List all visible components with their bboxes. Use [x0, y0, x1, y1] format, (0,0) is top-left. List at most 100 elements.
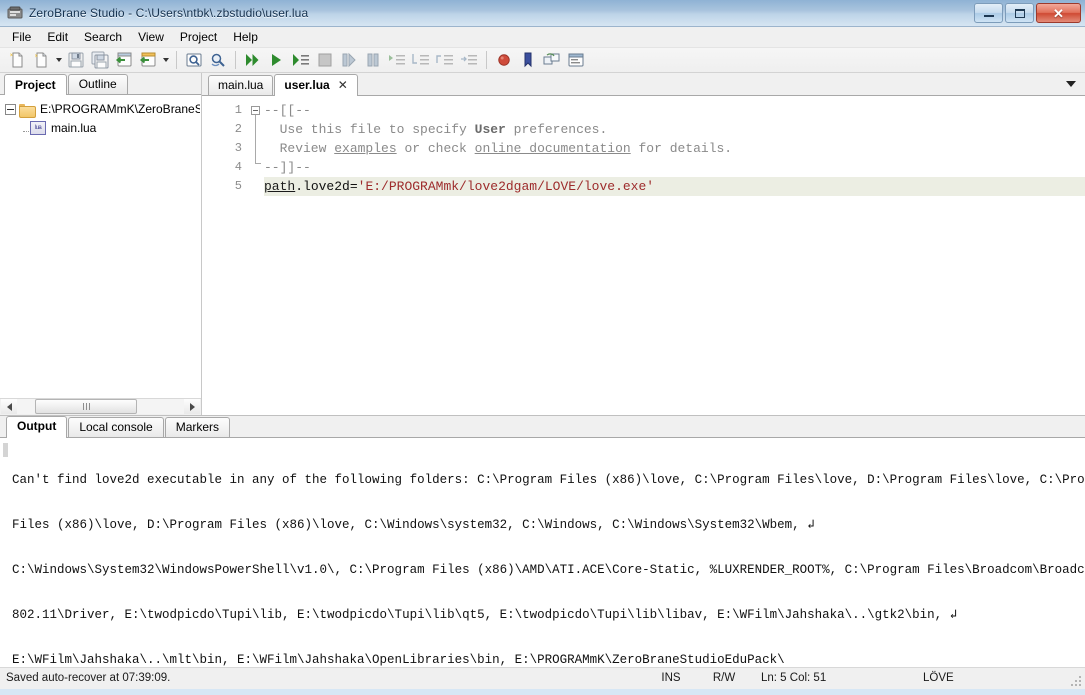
- tab-markers[interactable]: Markers: [164, 416, 231, 437]
- chevron-down-icon[interactable]: [1063, 76, 1079, 92]
- window-controls: ✕: [974, 3, 1081, 23]
- window-title: ZeroBrane Studio - C:\Users\ntbk\.zbstud…: [29, 5, 309, 20]
- step-into-icon[interactable]: [385, 48, 409, 72]
- arrow-left-icon: [6, 402, 12, 411]
- status-cursor-position: Ln: 5 Col: 51: [761, 672, 827, 685]
- scroll-left-button[interactable]: [1, 399, 17, 415]
- editor-tab-user-lua[interactable]: user.lua ✕: [274, 73, 358, 96]
- fold-collapse-icon[interactable]: [251, 105, 260, 115]
- output-body[interactable]: Can't find love2d executable in any of t…: [0, 437, 1085, 667]
- menu-search[interactable]: Search: [76, 27, 130, 47]
- output-line: 802.11\Driver, E:\twodpicdo\Tupi\lib, E:…: [12, 607, 958, 622]
- statusbar: Saved auto-recover at 07:39:09. INS R/W …: [0, 666, 1085, 689]
- project-tree[interactable]: E:\PROGRAMmK\ZeroBraneSt lua main.lua: [0, 94, 201, 398]
- run-to-cursor-icon[interactable]: [289, 48, 313, 72]
- bookmark-icon[interactable]: [516, 48, 540, 72]
- code-link-online-documentation[interactable]: online documentation: [475, 141, 631, 156]
- step-over-icon[interactable]: [337, 48, 361, 72]
- tree-item-folder[interactable]: E:\PROGRAMmK\ZeroBraneSt: [1, 100, 200, 119]
- close-all-pages-icon[interactable]: [136, 48, 160, 72]
- step-out-icon[interactable]: [409, 48, 433, 72]
- start-debugging-icon[interactable]: [265, 48, 289, 72]
- code-token: Review: [264, 140, 335, 156]
- output-line: E:\WFilm\Jahshaka\..\mlt\bin, E:\WFilm\J…: [12, 652, 785, 667]
- toolbar-separator: [486, 50, 487, 69]
- close-tab-icon[interactable]: ✕: [338, 79, 348, 91]
- tab-project[interactable]: Project: [4, 73, 67, 95]
- tab-outline[interactable]: Outline: [67, 73, 128, 94]
- code-editor[interactable]: 1 2 3 4 5 --[[-- Use this file to specif…: [202, 95, 1085, 415]
- code-token: --[[--: [264, 102, 311, 118]
- editor-tab-label: main.lua: [218, 77, 264, 92]
- collapse-icon[interactable]: [5, 103, 16, 115]
- output-line: Can't find love2d executable in any of t…: [12, 472, 1085, 487]
- find-icon[interactable]: [182, 48, 206, 72]
- output-line: C:\Windows\System32\WindowsPowerShell\v1…: [12, 562, 1085, 577]
- step-end-icon[interactable]: [457, 48, 481, 72]
- lua-file-icon: lua: [30, 121, 46, 136]
- code-token: --]]--: [264, 159, 311, 175]
- editor-tab-label: user.lua: [284, 77, 330, 92]
- tree-item-label: main.lua: [51, 121, 97, 136]
- toolbar-separator: [235, 50, 236, 69]
- run-icon[interactable]: [241, 48, 265, 72]
- toggle-breakpoint-icon[interactable]: [492, 48, 516, 72]
- zerobrane-icon: [7, 5, 23, 21]
- menu-project[interactable]: Project: [172, 27, 225, 47]
- tab-output[interactable]: Output: [6, 415, 68, 438]
- close-all-dropdown-icon[interactable]: [160, 48, 171, 72]
- editor-tab-main-lua[interactable]: main.lua: [208, 74, 274, 95]
- line-number: 1: [234, 102, 242, 117]
- upper-splitter: Project Outline E:\PROGRAMmK\ZeroBraneSt…: [0, 72, 1085, 415]
- editor-panel: main.lua user.lua ✕ 1 2 3 4 5 --[[-- Use…: [202, 72, 1085, 415]
- minimize-button[interactable]: [974, 3, 1003, 23]
- tree-item-label: E:\PROGRAMmK\ZeroBraneSt: [40, 102, 201, 117]
- tree-item-main-lua[interactable]: lua main.lua: [1, 119, 200, 138]
- close-button[interactable]: ✕: [1036, 3, 1081, 23]
- view-stack-icon[interactable]: [540, 48, 564, 72]
- menu-edit[interactable]: Edit: [39, 27, 76, 47]
- code-token: for details.: [630, 140, 733, 156]
- step-next-icon[interactable]: [433, 48, 457, 72]
- code-line-1: --[[--: [264, 101, 1085, 120]
- grip-icon: [82, 403, 90, 411]
- close-page-icon[interactable]: [112, 48, 136, 72]
- line-number: 5: [234, 178, 242, 193]
- menu-view[interactable]: View: [130, 27, 172, 47]
- fold-margin[interactable]: [248, 96, 264, 415]
- status-insert-mode[interactable]: INS: [645, 667, 697, 689]
- scroll-thumb[interactable]: [35, 399, 137, 415]
- close-icon: ✕: [1053, 5, 1064, 21]
- code-lines[interactable]: --[[-- Use this file to specify User pre…: [264, 96, 1085, 415]
- status-read-write[interactable]: R/W: [697, 667, 751, 689]
- resize-grip-icon[interactable]: [1069, 674, 1083, 688]
- pause-icon[interactable]: [361, 48, 385, 72]
- open-file-dropdown-icon[interactable]: [53, 48, 64, 72]
- folder-icon: [19, 103, 36, 118]
- line-number: 2: [234, 121, 242, 136]
- open-file-icon[interactable]: [29, 48, 53, 72]
- save-icon[interactable]: [64, 48, 88, 72]
- code-link-examples[interactable]: examples: [334, 141, 396, 156]
- taskbar-edge: [0, 688, 1085, 695]
- tab-local-console[interactable]: Local console: [68, 416, 164, 437]
- scroll-track[interactable]: [17, 399, 184, 415]
- line-number: 4: [234, 159, 242, 174]
- code-line-4: --]]--: [264, 158, 1085, 177]
- menu-help[interactable]: Help: [225, 27, 266, 47]
- stop-icon[interactable]: [313, 48, 337, 72]
- view-watch-icon[interactable]: [564, 48, 588, 72]
- project-horizontal-scrollbar[interactable]: [0, 397, 201, 415]
- code-token: 'E:/PROGRAMmk/love2dgam/LOVE/love.exe': [357, 178, 655, 194]
- menu-file[interactable]: File: [4, 27, 39, 47]
- new-file-icon[interactable]: [5, 48, 29, 72]
- scroll-right-button[interactable]: [184, 399, 200, 415]
- zerobrane-studio-window: ZeroBrane Studio - C:\Users\ntbk\.zbstud…: [0, 0, 1085, 695]
- status-interpreter[interactable]: LÖVE: [901, 667, 1021, 689]
- project-tabstrip: Project Outline: [0, 72, 201, 95]
- replace-icon[interactable]: [206, 48, 230, 72]
- maximize-button[interactable]: [1005, 3, 1034, 23]
- save-all-icon[interactable]: [88, 48, 112, 72]
- fold-line: [255, 114, 256, 163]
- output-line: Files (x86)\love, D:\Program Files (x86)…: [12, 517, 815, 532]
